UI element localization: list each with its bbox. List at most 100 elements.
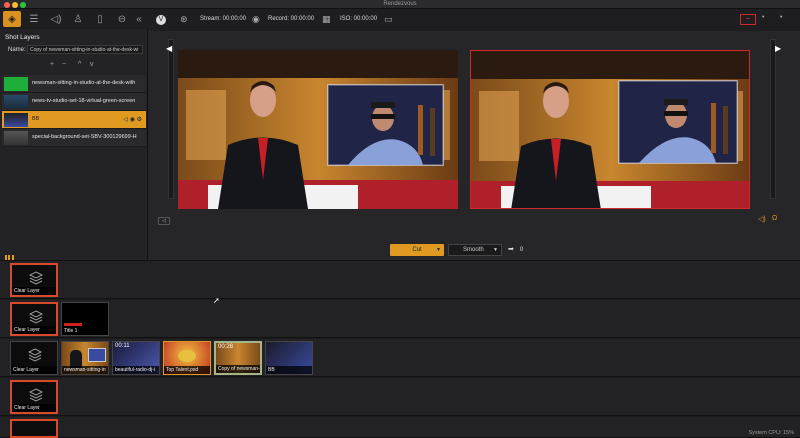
layers-tab[interactable]: ◈ [3,11,21,27]
minus-circle-icon: ⊖ [117,13,127,25]
layer-item[interactable]: special-background-set-SBV-300129699-H [2,129,146,147]
title-clip[interactable]: Title 1 [61,302,109,336]
broadcast-icon[interactable]: ⊛ [180,14,188,25]
clip-name: Copy of newsman-i [216,365,260,373]
layer-thumbnail [4,95,28,109]
status-bar: V ⊛ Stream: 00:00:00 ◉ Record: 00:00:00 … [148,9,800,31]
name-label: Name: [8,47,26,53]
clip-duration: 00:28 [218,344,234,350]
level-pointer-icon: ◀ [166,44,173,53]
preview-audio-icon[interactable]: ◁ [158,217,170,225]
add-layer-button[interactable]: + [50,61,54,68]
timeline: Clear Layer Clear Layer Title 1 Clear La… [0,260,800,438]
transition-mode-label: Smooth [463,247,484,253]
media-clip[interactable]: newsman-sitting-in [61,341,109,375]
record-timer: Record: 00:00:00 [268,16,315,22]
clip-name: Clear Layer [12,287,56,295]
panel-toolbar: ◈ ☰ ◁) ♙ ▯ ⊖ « [0,9,148,29]
user-icon: ♙ [73,13,83,25]
title-bar: Rendezvous [0,0,800,9]
layer-label: news-tv-studio-set-18-virtual-green-scre… [32,98,136,104]
audio-icon: ◁) [50,13,62,25]
move-layer-down-button[interactable]: v [90,61,94,68]
program-monitor[interactable] [470,50,750,209]
visibility-icon[interactable]: ◉ [130,117,135,123]
window-title: Rendezvous [383,1,417,7]
program-scene [471,51,749,208]
sliders-icon: ☰ [29,13,39,25]
adjustments-tab[interactable]: ☰ [25,11,43,27]
move-layer-up-button[interactable]: ^ [78,61,81,68]
system-cpu-status: System CPU: 15% [748,430,794,436]
clear-layer-clip[interactable]: Clear Layer [10,263,58,297]
clear-layer-clip[interactable] [10,419,58,438]
collapse-icon: « [136,13,142,25]
speaker-icon[interactable]: ◁) [758,215,766,223]
audio-icon[interactable]: ◁ [123,117,128,123]
layer-actions: ◁ ◉ ⚙ [123,116,142,123]
clip-duration: 00:11 [115,343,130,349]
panel-heading: Shot Layers [5,34,40,41]
clear-layer-clip[interactable]: Clear Layer [10,302,58,336]
level-pointer-icon: ▶ [775,44,782,53]
device-tab[interactable]: ▯ [91,11,109,27]
timeline-track [0,417,800,438]
layer-item[interactable]: news-tv-studio-set-18-virtual-green-scre… [2,93,146,111]
settings-icon[interactable]: ⚙ [137,117,142,123]
layer-item-selected[interactable]: BB ◁ ◉ ⚙ [2,111,146,129]
layer-label: special-background-set-SBV-300129699-H [32,134,137,140]
speed-value: 0 [519,247,524,253]
clip-name: beautiful-radio-dj-i [113,366,159,374]
transition-speed[interactable]: ➡ 0 [508,245,523,253]
timeline-track: Clear Layer [0,261,800,299]
preview-monitor[interactable] [178,50,458,209]
audio-tab[interactable]: ◁) [47,11,65,27]
transition-mode-select[interactable]: Smooth ▼ [448,244,502,256]
layer-thumbnail [4,77,28,91]
timeline-track: Clear Layer newsman-sitting-in 00:11 bea… [0,339,800,377]
tablet-icon: ▯ [97,13,103,25]
layers-stack-icon [28,271,44,285]
right-level-meter[interactable] [770,39,776,199]
monitor-icon[interactable]: ▭ [384,14,393,25]
layer-name-input[interactable]: Copy of newsman-sitting-in-studio-at-the… [27,45,143,54]
record-icon[interactable]: ◉ [252,14,260,25]
media-clip[interactable]: Top Talent.psd [163,341,211,375]
settings-dot-icon[interactable]: • [780,14,782,21]
lower-third-graphic [64,323,82,326]
dot-icon[interactable]: • [762,14,764,21]
layers-stack-icon [28,310,44,324]
media-clip[interactable]: BB [265,341,313,375]
collapse-panel-button[interactable]: « [132,11,146,27]
clip-name: Clear Layer [12,326,56,334]
clear-layer-clip[interactable]: Clear Layer [10,380,58,414]
iso-timer: ISO: 00:00:00 [340,16,378,22]
overlay-tab[interactable]: ⊖ [113,11,131,27]
left-level-meter[interactable] [168,39,174,199]
headphones-icon[interactable]: Ω [772,215,777,222]
stream-timer: Stream: 00:00:00 [200,16,247,22]
clip-name: BB [266,366,312,374]
clear-layer-clip[interactable]: Clear Layer [10,341,58,375]
chevron-down-icon: ▼ [436,247,441,253]
left-panel: ◈ ☰ ◁) ♙ ▯ ⊖ « Shot Layers Name: Copy of… [0,9,148,260]
media-clip-active[interactable]: 00:28 Copy of newsman-i [214,341,262,375]
layers-stack-icon [28,388,44,402]
layer-item[interactable]: newsman-sitting-in-studio-at-the-desk-wi… [2,75,146,93]
clip-name: Clear Layer [12,404,56,412]
iso-icon[interactable]: ▦ [322,14,331,25]
clip-name: newsman-sitting-in [62,366,108,374]
clip-name: Clear Layer [11,366,57,374]
talent-tab[interactable]: ♙ [69,11,87,27]
chevron-down-icon: ▼ [493,247,498,253]
clip-preview-inset [88,348,106,362]
program-view-toggle[interactable]: ▪▪ [740,14,756,25]
remove-layer-button[interactable]: − [62,61,66,68]
layer-thumbnail [4,131,28,145]
app-logo-icon: V [156,15,166,25]
media-clip[interactable]: 00:11 beautiful-radio-dj-i [112,341,160,375]
cut-button[interactable]: Cut ▼ [390,244,444,256]
clip-name: Top Talent.psd [164,366,210,374]
clip-name: Title 1 [64,328,78,334]
mouse-cursor-icon: ➚ [213,296,220,305]
